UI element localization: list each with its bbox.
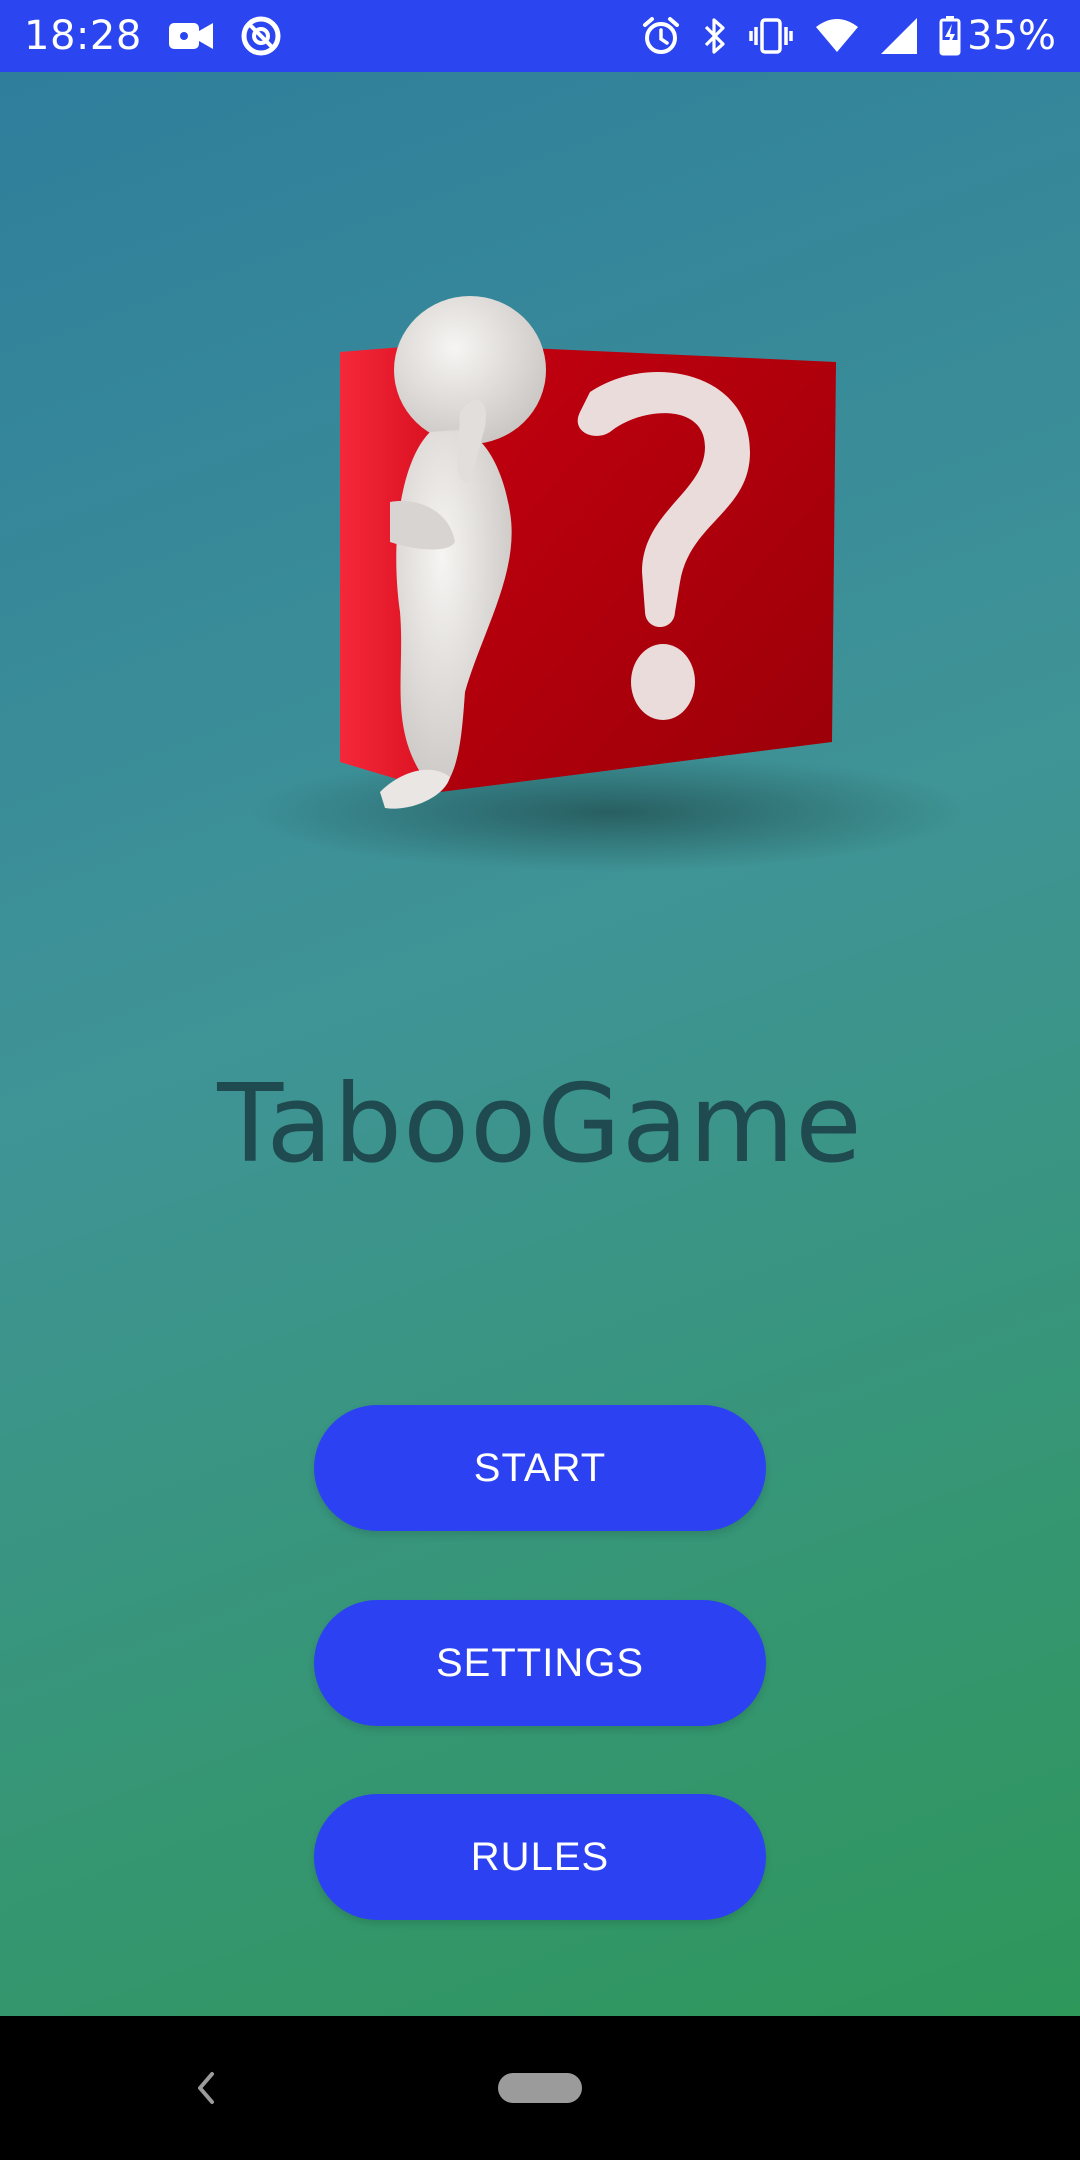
signal-icon — [881, 18, 918, 54]
app-main: TabooGame START SETTINGS RULES — [0, 72, 1080, 2016]
sync-icon — [240, 15, 282, 57]
app-title: TabooGame — [217, 1062, 863, 1187]
bluetooth-icon — [703, 16, 727, 56]
status-time: 18:28 — [24, 13, 142, 59]
start-button[interactable]: START — [314, 1405, 766, 1531]
status-left: 18:28 — [24, 13, 308, 59]
back-icon[interactable] — [190, 2066, 220, 2115]
rules-button[interactable]: RULES — [314, 1794, 766, 1920]
vibrate-icon — [749, 18, 793, 54]
status-bar: 18:28 35% — [0, 0, 1080, 72]
wifi-icon — [815, 19, 859, 53]
video-camera-icon — [168, 20, 214, 52]
battery-percent: 35% — [967, 13, 1056, 59]
battery-charging-icon — [939, 16, 961, 56]
home-pill-icon[interactable] — [498, 2073, 582, 2103]
settings-button[interactable]: SETTINGS — [314, 1600, 766, 1726]
question-mark-figure-illustration — [90, 252, 990, 892]
navigation-bar — [0, 2016, 1080, 2160]
alarm-icon — [641, 16, 681, 56]
status-right: 35% — [619, 13, 1056, 59]
